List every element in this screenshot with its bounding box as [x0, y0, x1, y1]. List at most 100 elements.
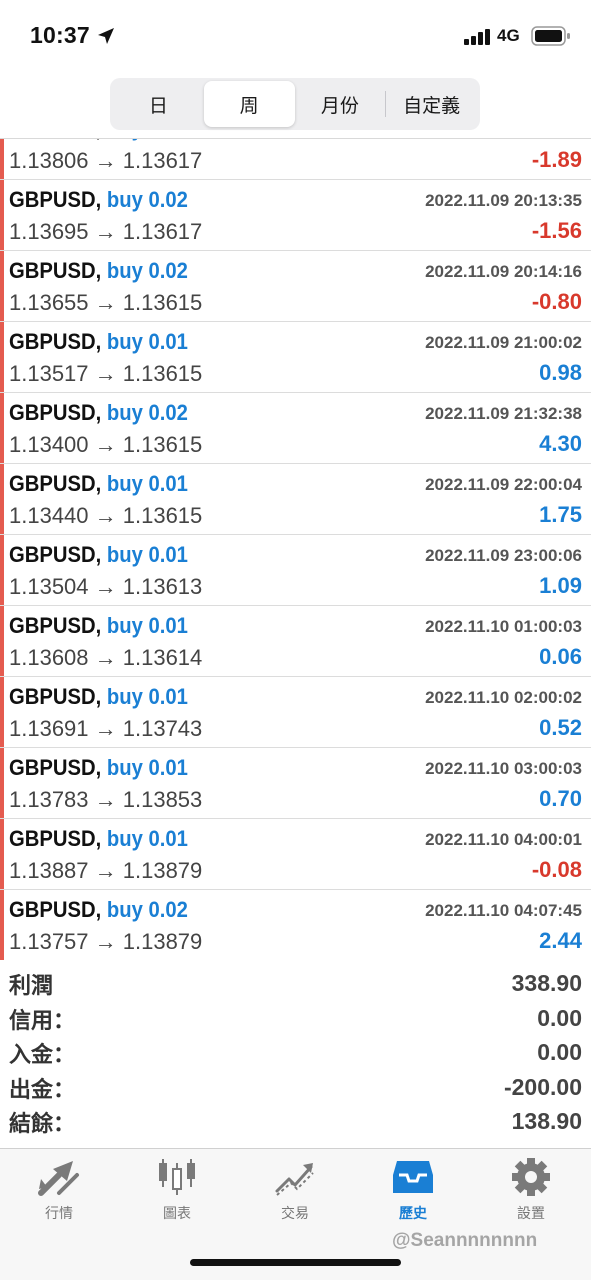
- tab-settings-label: 設置: [517, 1206, 545, 1222]
- trade-symbol-name: GBPUSD,: [9, 139, 101, 141]
- summary-label: 結餘：: [9, 1112, 76, 1137]
- trade-datetime: 2022.11.09 22:00:04: [425, 475, 582, 494]
- trade-symbol-name: GBPUSD,: [9, 187, 102, 212]
- tab-history[interactable]: 歷史: [354, 1157, 472, 1237]
- trade-profit: -1.89: [531, 147, 582, 172]
- trade-row[interactable]: GBPUSD, buy 0.01 2022.11.10 03:00:03 1.137…: [0, 748, 591, 819]
- battery-icon: [531, 26, 570, 46]
- trade-profit: 1.75: [539, 502, 582, 527]
- summary-label: 入金：: [9, 1043, 76, 1068]
- trade-direction: buy 0.02: [106, 400, 188, 425]
- trade-prices: 1.13783 → 1.13853: [9, 787, 203, 812]
- trade-datetime: 2022.11.09 20:14:16: [425, 262, 582, 281]
- trade-symbol: GBPUSD, buy 0.01: [9, 329, 188, 355]
- trade-prices: 1.13806 → 1.13617: [9, 148, 203, 173]
- segment-week[interactable]: 周: [203, 81, 295, 127]
- home-indicator[interactable]: [190, 1259, 401, 1266]
- trade-prices: 1.13608 → 1.13614: [9, 645, 203, 670]
- trade-direction: buy 0.01: [106, 471, 188, 496]
- trade-prices: 1.13757 → 1.13879: [9, 929, 203, 954]
- trade-datetime: 2022.11.10 04:07:45: [425, 901, 582, 920]
- trade-symbol-name: GBPUSD,: [9, 897, 102, 922]
- trade-row[interactable]: GBPUSD, buy 0.02 2022.11.09 20:13:35 1.136…: [0, 180, 591, 251]
- status-time: 10:37: [30, 22, 90, 48]
- quotes-arrows-icon: [38, 1161, 79, 1196]
- trade-symbol: GBPUSD, buy 0.02: [9, 258, 188, 284]
- tab-trade[interactable]: 交易: [236, 1157, 354, 1237]
- segment-day[interactable]: 日: [113, 81, 204, 127]
- trade-row[interactable]: GBPUSD, buy 0.02 1.13806 → 1.13617 -1.89: [0, 139, 591, 180]
- history-inbox-icon: [393, 1161, 433, 1193]
- summary-value: 338.90: [511, 970, 582, 996]
- tab-charts-label: 圖表: [163, 1206, 191, 1222]
- trade-history-list[interactable]: GBPUSD, buy 0.021.13806 → 1.13617-1.89GB…: [0, 138, 591, 960]
- tab-quotes[interactable]: 行情: [0, 1157, 118, 1237]
- trade-direction: buy 0.01: [106, 684, 188, 709]
- trade-row[interactable]: GBPUSD, buy 0.01 2022.11.09 23:00:06 1.135…: [0, 535, 591, 606]
- trade-profit: 0.06: [539, 644, 582, 669]
- trade-row[interactable]: GBPUSD, buy 0.02 2022.11.09 21:32:38 1.134…: [0, 393, 591, 464]
- trade-row[interactable]: GBPUSD, buy 0.02 2022.11.09 20:14:16 1.136…: [0, 251, 591, 322]
- trade-profit: 2.44: [539, 928, 582, 953]
- trade-datetime: 2022.11.09 21:32:38: [425, 404, 582, 423]
- trade-profit: -0.08: [531, 857, 582, 882]
- trade-prices: 1.13440 → 1.13615: [9, 503, 203, 528]
- trade-symbol: GBPUSD, buy 0.02: [9, 139, 188, 142]
- summary-label: 出金：: [9, 1077, 76, 1103]
- trade-symbol: GBPUSD, buy 0.02: [9, 400, 188, 426]
- trade-symbol: GBPUSD, buy 0.01: [9, 613, 188, 639]
- trade-row[interactable]: GBPUSD, buy 0.01 2022.11.10 01:00:03 1.136…: [0, 606, 591, 677]
- trade-direction: buy 0.02: [106, 897, 188, 922]
- trade-profit: -1.56: [531, 218, 582, 243]
- segment-month[interactable]: 月份: [295, 81, 386, 127]
- trade-prices: 1.13887 → 1.13879: [9, 858, 203, 883]
- trade-row[interactable]: GBPUSD, buy 0.01 2022.11.09 21:00:02 1.135…: [0, 322, 591, 393]
- gear-icon: [512, 1158, 550, 1196]
- trade-datetime: 2022.11.09 23:00:06: [425, 546, 582, 565]
- summary-value: 0.00: [537, 1004, 582, 1031]
- trade-row[interactable]: GBPUSD, buy 0.01 2022.11.10 04:00:01 1.138…: [0, 819, 591, 890]
- trade-datetime: 2022.11.09 21:00:02: [425, 333, 582, 352]
- trade-direction: buy 0.01: [106, 329, 188, 354]
- trade-direction: buy 0.01: [106, 542, 188, 567]
- trade-symbol-name: GBPUSD,: [9, 542, 102, 567]
- trade-symbol: GBPUSD, buy 0.01: [9, 542, 188, 568]
- tab-history-label: 歷史: [399, 1206, 427, 1222]
- trade-row[interactable]: GBPUSD, buy 0.02 2022.11.10 04:07:45 1.137…: [0, 890, 591, 960]
- summary-value: -200.00: [503, 1073, 582, 1100]
- trade-prices: 1.13655 → 1.13615: [9, 290, 203, 315]
- candlestick-chart-icon: [159, 1159, 195, 1195]
- tab-settings[interactable]: 設置: [472, 1157, 590, 1237]
- trade-symbol-name: GBPUSD,: [9, 329, 102, 354]
- signal-bars-icon: [464, 29, 490, 45]
- segment-custom-label: 自定義: [403, 94, 461, 117]
- trade-chart-icon: [275, 1163, 314, 1196]
- status-bar: 10:37 4G: [0, 0, 591, 72]
- trade-prices: 1.13517 → 1.13615: [9, 361, 203, 386]
- summary-row: 利潤 338.90: [0, 966, 591, 1001]
- trade-symbol-name: GBPUSD,: [9, 258, 102, 283]
- segment-week-label: 周: [239, 94, 259, 117]
- trade-symbol: GBPUSD, buy 0.01: [9, 826, 188, 852]
- summary-label: 信用：: [9, 1008, 76, 1034]
- tab-charts[interactable]: 圖表: [118, 1157, 236, 1237]
- trade-prices: 1.13695 → 1.13617: [9, 219, 203, 244]
- trade-symbol: GBPUSD, buy 0.02: [9, 897, 188, 923]
- trade-row[interactable]: GBPUSD, buy 0.01 2022.11.09 22:00:04 1.134…: [0, 464, 591, 535]
- trade-profit: 0.98: [539, 360, 582, 385]
- location-arrow-icon: [98, 28, 114, 44]
- trade-symbol: GBPUSD, buy 0.01: [9, 684, 188, 710]
- trade-profit: 0.52: [539, 715, 582, 740]
- trade-prices: 1.13504 → 1.13613: [9, 574, 203, 599]
- trade-profit: 4.30: [539, 431, 582, 456]
- summary-value: 138.90: [511, 1108, 582, 1134]
- trade-row[interactable]: GBPUSD, buy 0.01 2022.11.10 02:00:02 1.136…: [0, 677, 591, 748]
- segment-custom[interactable]: 自定義: [386, 81, 477, 127]
- network-type: 4G: [497, 26, 520, 45]
- trade-symbol-name: GBPUSD,: [9, 684, 102, 709]
- summary-row: 結餘： 138.90: [0, 1104, 591, 1139]
- trade-profit: 0.70: [539, 786, 582, 811]
- trade-profit: -0.80: [531, 289, 582, 314]
- period-segmented-control: 日 周 月份 自定義: [110, 78, 480, 130]
- trade-datetime: 2022.11.10 01:00:03: [425, 617, 582, 636]
